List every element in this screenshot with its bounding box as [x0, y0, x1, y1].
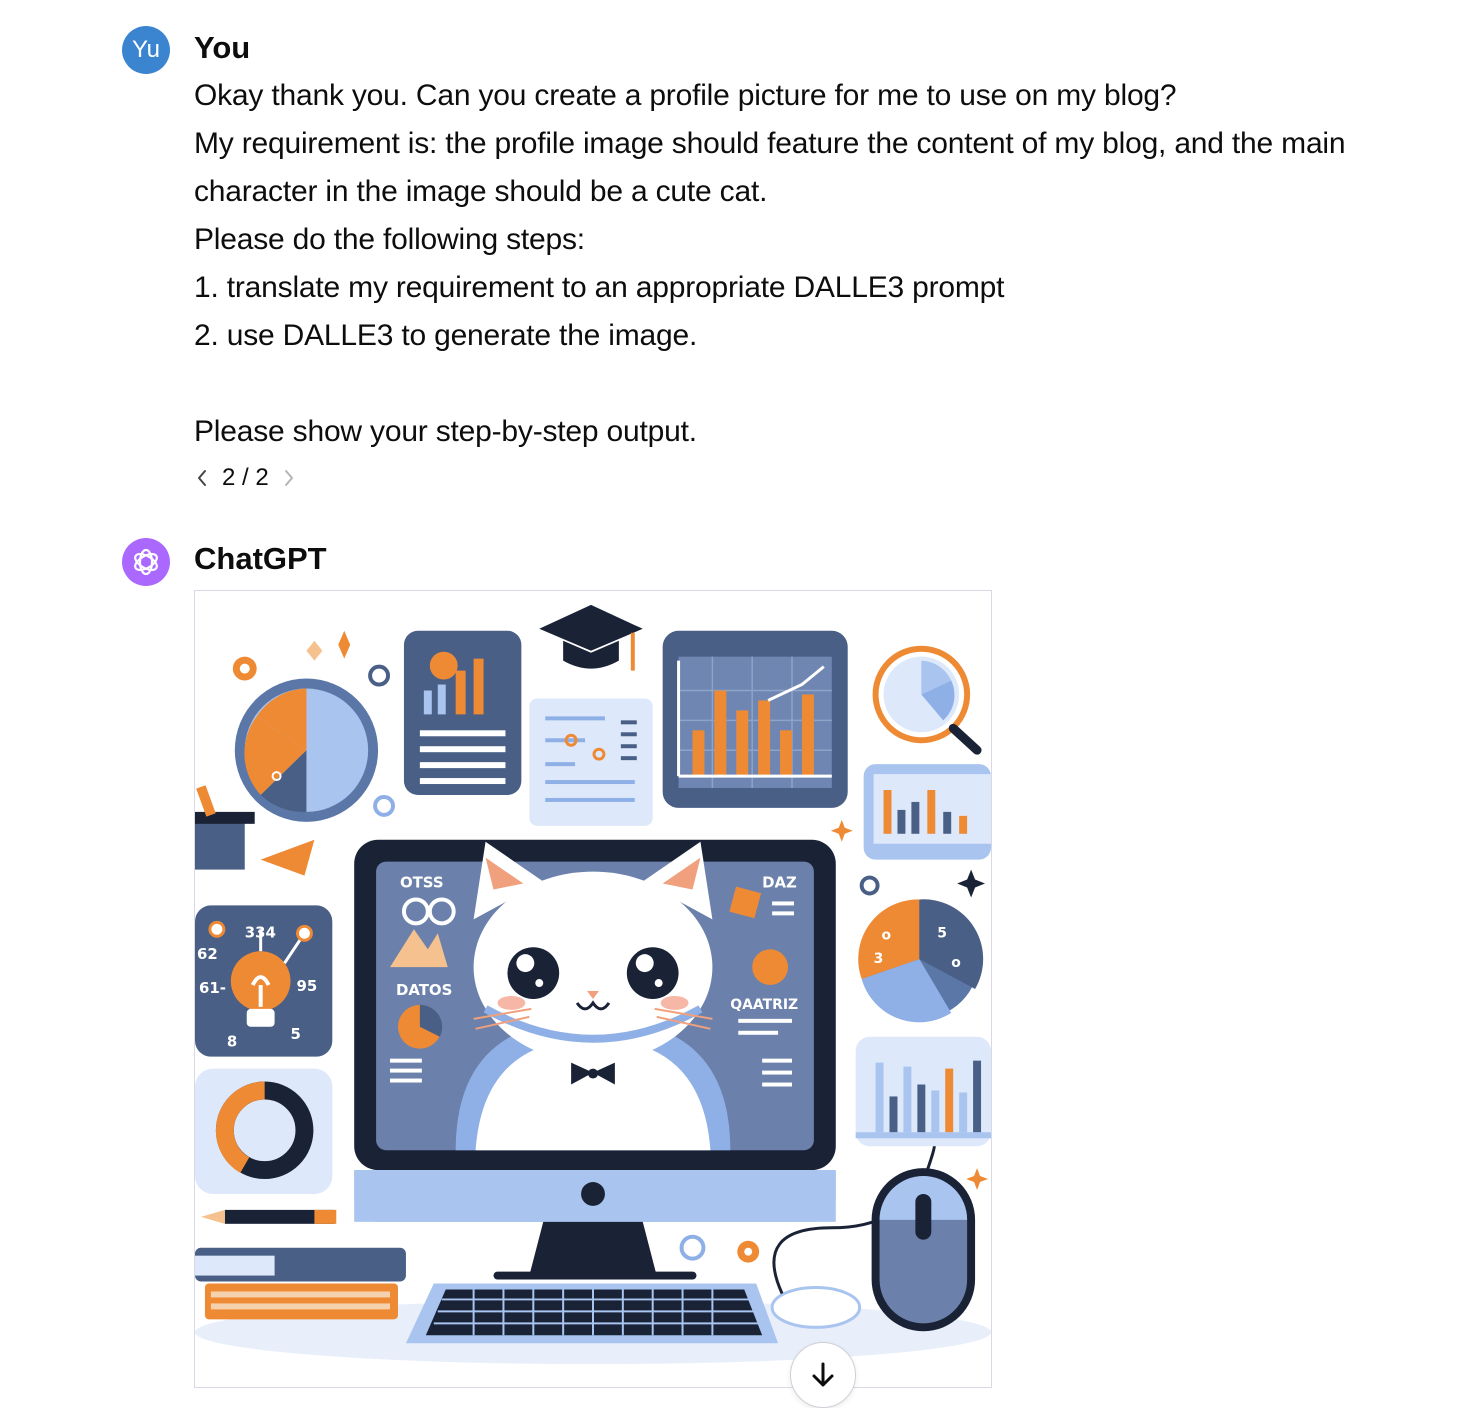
user-author-name: You [194, 30, 251, 65]
openai-logo-icon [134, 548, 158, 576]
next-version-button[interactable] [279, 461, 299, 495]
stat-label: 5 [291, 1025, 301, 1043]
screen-label: QAATRIZ [730, 997, 798, 1013]
message-line-blank [194, 360, 1464, 408]
user-avatar: Yu [122, 26, 170, 74]
donut-chart-graphic [195, 1068, 333, 1194]
message-line: Please show your step-by-step output. [194, 415, 697, 448]
message-line: 1. translate my requirement to an approp… [194, 271, 1005, 304]
stat-label: 95 [296, 977, 317, 995]
assistant-avatar [122, 538, 170, 586]
version-counter: 2 / 2 [222, 464, 269, 491]
right-pie-chart-graphic: o 5 3 o [858, 899, 984, 1023]
generated-image[interactable]: 334 62 61- 95 8 5 OTSS DATOS DAZ QAATRIZ… [194, 590, 992, 1388]
chevron-left-icon [198, 470, 206, 486]
pie-chart-graphic [234, 678, 379, 822]
screen-label: DATOS [396, 981, 452, 999]
screen-label: OTSS [400, 874, 444, 892]
stat-label: 62 [197, 945, 218, 963]
pie-label: o [951, 955, 961, 971]
pie-label: 5 [937, 925, 947, 941]
previous-version-button[interactable] [192, 461, 212, 495]
user-avatar-initials: Yu [131, 36, 161, 63]
cat-character-graphic [455, 841, 731, 1151]
user-message: Okay thank you. Can you create a profile… [194, 72, 1464, 456]
message-line: My requirement is: the profile image sho… [194, 127, 1346, 160]
chevron-right-icon [284, 470, 293, 486]
message-line: character in the image should be a cute … [194, 175, 768, 208]
bar-chart-graphic [662, 630, 848, 808]
graduation-cap-graphic [539, 604, 643, 671]
cat-blog-illustration: 334 62 61- 95 8 5 OTSS DATOS DAZ QAATRIZ… [195, 604, 991, 1365]
stat-label: 61- [199, 979, 226, 997]
document-graphic [529, 698, 653, 826]
message-version-pager: 2 / 2 [192, 461, 299, 495]
pie-label: 3 [874, 951, 884, 967]
stat-label: 334 [245, 923, 276, 941]
scroll-to-bottom-button[interactable] [790, 1342, 856, 1408]
report-card-graphic [403, 630, 522, 795]
assistant-author-name: ChatGPT [194, 541, 327, 576]
message-line: Please do the following steps: [194, 223, 585, 256]
message-line: 2. use DALLE3 to generate the image. [194, 319, 698, 352]
arrow-down-icon [812, 1362, 834, 1387]
stat-label: 8 [227, 1033, 237, 1051]
screen-label: DAZ [762, 874, 797, 892]
message-line: Okay thank you. Can you create a profile… [194, 79, 1177, 112]
stats-card-graphic: 334 62 61- 95 8 5 [195, 905, 333, 1057]
magnifier-graphic [872, 645, 982, 755]
pie-label: o [882, 927, 892, 943]
keyboard-graphic [405, 1283, 779, 1344]
